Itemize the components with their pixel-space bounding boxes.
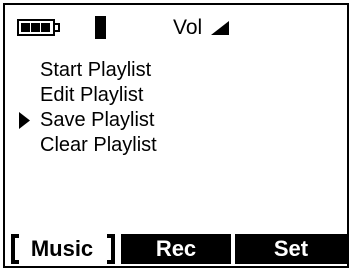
softkey-label: Music	[30, 236, 94, 261]
battery-tip-icon	[55, 23, 60, 32]
selection-cursor-icon	[19, 112, 30, 129]
menu-item-clear-playlist[interactable]: Clear Playlist	[5, 132, 347, 158]
softkey-label: Set	[273, 236, 309, 261]
softkey-rec[interactable]: Rec	[121, 234, 231, 264]
softkey-set[interactable]: Set	[235, 234, 347, 264]
menu-item-label: Save Playlist	[40, 109, 155, 131]
menu-item-save-playlist[interactable]: Save Playlist	[5, 107, 347, 133]
softkey-music[interactable]: Music	[7, 234, 117, 264]
bracket-left-icon	[11, 234, 19, 264]
signal-bar-icon	[95, 16, 106, 39]
battery-cell	[41, 23, 50, 32]
volume-ramp-icon[interactable]	[210, 20, 230, 36]
menu-item-start-playlist[interactable]: Start Playlist	[5, 57, 347, 83]
menu-item-label: Start Playlist	[40, 59, 152, 81]
menu-item-label: Clear Playlist	[40, 134, 157, 156]
menu-item-edit-playlist[interactable]: Edit Playlist	[5, 82, 347, 108]
battery-cell	[21, 23, 30, 32]
softkey-label: Rec	[155, 236, 197, 261]
battery-icon	[17, 19, 55, 36]
menu-item-label: Edit Playlist	[40, 84, 144, 106]
softkey-bar: Music Rec Set	[7, 234, 347, 264]
status-bar: Vol	[5, 5, 347, 45]
volume-label: Vol	[173, 16, 203, 39]
device-screen: Vol Start Playlist Edit Playlist Save Pl…	[3, 3, 349, 268]
battery-cell	[31, 23, 40, 32]
bracket-right-icon	[107, 234, 115, 264]
